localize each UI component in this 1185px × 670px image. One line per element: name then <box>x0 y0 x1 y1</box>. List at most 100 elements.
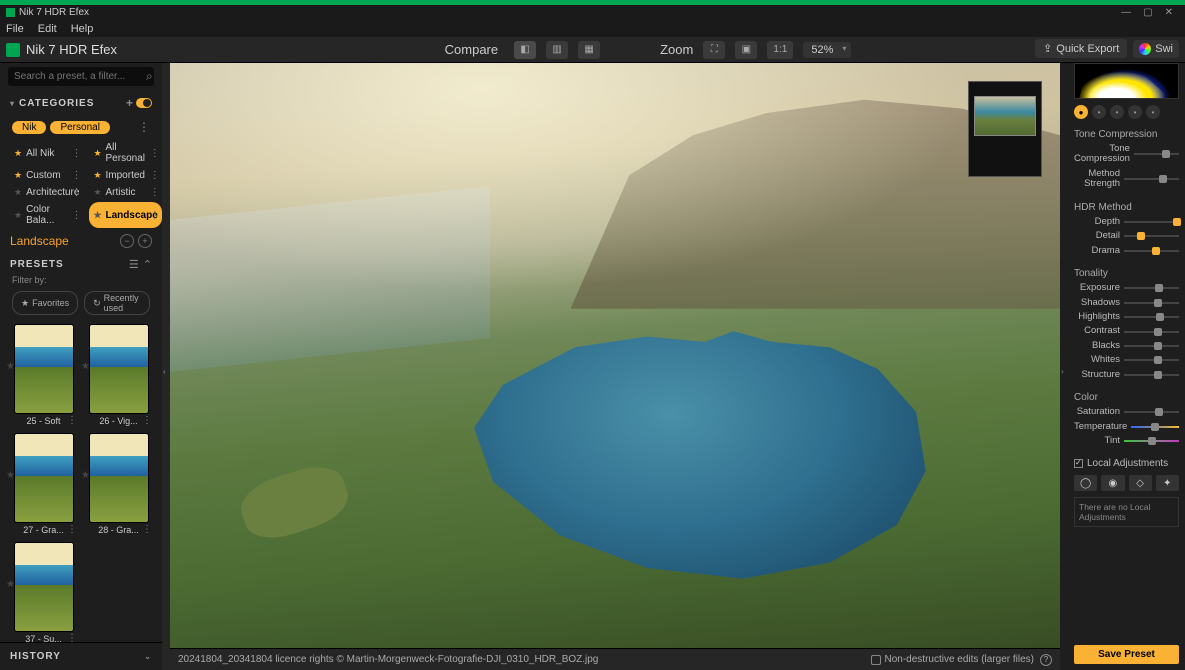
tool-tag-icon[interactable]: ◇ <box>1129 475 1152 491</box>
slider-knob[interactable] <box>1154 328 1162 336</box>
category-item[interactable]: ★Artistic⋮ <box>89 185 161 200</box>
slider-track[interactable] <box>1124 345 1179 347</box>
close-button[interactable]: ✕ <box>1159 7 1179 18</box>
slider-track[interactable] <box>1124 440 1179 442</box>
landscape-add-icon[interactable]: + <box>138 234 152 248</box>
pills-more-icon[interactable]: ⋮ <box>138 120 150 134</box>
slider-track[interactable] <box>1124 235 1179 237</box>
channel-b-button[interactable]: • <box>1128 105 1142 119</box>
slider-track[interactable] <box>1124 359 1179 361</box>
slider-track[interactable] <box>1124 316 1179 318</box>
category-item[interactable]: ★Color Bala...⋮ <box>10 202 83 228</box>
slider-track[interactable] <box>1124 250 1179 252</box>
slider-track[interactable] <box>1124 374 1179 376</box>
more-icon[interactable]: ⋮ <box>71 210 81 221</box>
category-item[interactable]: ★All Nik⋮ <box>10 140 83 166</box>
add-category-icon[interactable]: + <box>126 96 134 110</box>
tool-circle-icon[interactable]: ◯ <box>1074 475 1097 491</box>
image-viewer[interactable] <box>170 63 1060 648</box>
preset-thumb[interactable]: ★28 - Gra...⋮ <box>85 434 152 535</box>
slider-track[interactable] <box>1124 221 1179 223</box>
categories-header[interactable]: ▾ CATEGORIES + <box>0 90 162 116</box>
switch-button[interactable]: Swi <box>1133 40 1179 58</box>
favorite-icon[interactable]: ★ <box>81 361 90 372</box>
category-item[interactable]: ★Imported⋮ <box>89 168 161 183</box>
more-icon[interactable]: ⋮ <box>142 415 152 426</box>
slider-knob[interactable] <box>1148 437 1156 445</box>
slider-knob[interactable] <box>1159 175 1167 183</box>
category-item[interactable]: ★All Personal⋮ <box>89 140 161 166</box>
navigator-thumbnail[interactable] <box>968 81 1042 177</box>
maximize-button[interactable]: ▢ <box>1137 7 1158 18</box>
slider-knob[interactable] <box>1137 232 1145 240</box>
compare-mode-split-icon[interactable]: ▥ <box>546 41 568 59</box>
more-icon[interactable]: ⋮ <box>67 524 77 535</box>
slider-track[interactable] <box>1131 426 1179 428</box>
favorite-icon[interactable]: ★ <box>6 361 15 372</box>
save-preset-button[interactable]: Save Preset <box>1074 645 1179 664</box>
tool-eye-icon[interactable]: ◉ <box>1101 475 1124 491</box>
chip-favorites[interactable]: ★Favorites <box>12 291 78 315</box>
slider-track[interactable] <box>1124 178 1179 180</box>
chip-recently-used[interactable]: ↻Recently used <box>84 291 150 315</box>
more-icon[interactable]: ⋮ <box>67 633 77 642</box>
nondestructive-checkbox[interactable] <box>871 655 881 665</box>
channel-g-button[interactable]: • <box>1110 105 1124 119</box>
slider-track[interactable] <box>1124 411 1179 413</box>
presets-collapse-icon[interactable]: ⌃ <box>143 258 152 271</box>
menu-file[interactable]: File <box>6 23 24 35</box>
slider-knob[interactable] <box>1151 423 1159 431</box>
tool-brush-icon[interactable]: ✦ <box>1156 475 1179 491</box>
slider-track[interactable] <box>1124 331 1179 333</box>
slider-knob[interactable] <box>1154 342 1162 350</box>
favorite-icon[interactable]: ★ <box>81 470 90 481</box>
menu-help[interactable]: Help <box>71 23 94 35</box>
channel-lum-button[interactable]: ● <box>1074 105 1088 119</box>
category-item[interactable]: ★Custom⋮ <box>10 168 83 183</box>
slider-knob[interactable] <box>1154 356 1162 364</box>
search-input[interactable] <box>14 71 146 82</box>
presets-list-icon[interactable]: ☰ <box>129 258 139 271</box>
zoom-fill-icon[interactable]: ▣ <box>735 41 757 59</box>
slider-track[interactable] <box>1124 287 1179 289</box>
channel-r-button[interactable]: • <box>1092 105 1106 119</box>
favorite-icon[interactable]: ★ <box>6 470 15 481</box>
slider-knob[interactable] <box>1162 150 1170 158</box>
zoom-fit-icon[interactable]: ⛶ <box>703 41 725 59</box>
right-panel-handle[interactable]: › <box>1060 63 1068 670</box>
slider-knob[interactable] <box>1155 408 1163 416</box>
more-icon[interactable]: ⋮ <box>150 170 160 181</box>
slider-knob[interactable] <box>1156 313 1164 321</box>
category-toggle[interactable] <box>136 98 152 108</box>
minimize-button[interactable]: — <box>1115 7 1137 18</box>
pill-nik[interactable]: Nik <box>12 121 46 134</box>
pill-personal[interactable]: Personal <box>50 121 109 134</box>
compare-mode-side-icon[interactable]: ▦ <box>578 41 600 59</box>
slider-knob[interactable] <box>1173 218 1181 226</box>
zoom-percent-dropdown[interactable]: 52% <box>803 42 851 58</box>
history-header[interactable]: HISTORY ⌄ <box>0 642 162 670</box>
compare-button[interactable]: Compare <box>445 42 498 57</box>
more-icon[interactable]: ⋮ <box>71 170 81 181</box>
preset-thumb[interactable]: ★26 - Vig...⋮ <box>85 325 152 426</box>
slider-track[interactable] <box>1124 302 1179 304</box>
slider-track[interactable] <box>1134 153 1179 155</box>
zoom-ratio[interactable]: 1:1 <box>767 41 793 59</box>
preset-thumb[interactable]: ★37 - Su...⋮ <box>10 543 77 642</box>
more-icon[interactable]: ⋮ <box>67 415 77 426</box>
category-item[interactable]: ★Landscape⋮ <box>89 202 161 228</box>
more-icon[interactable]: ⋮ <box>142 524 152 535</box>
channel-x-button[interactable]: • <box>1146 105 1160 119</box>
help-icon[interactable]: ? <box>1040 654 1052 666</box>
slider-knob[interactable] <box>1152 247 1160 255</box>
preset-thumb[interactable]: ★25 - Soft⋮ <box>10 325 77 426</box>
more-icon[interactable]: ⋮ <box>71 148 81 159</box>
preset-thumb[interactable]: ★27 - Gra...⋮ <box>10 434 77 535</box>
search-box[interactable]: ⌕ <box>8 67 154 86</box>
more-icon[interactable]: ⋮ <box>150 148 160 159</box>
slider-knob[interactable] <box>1154 371 1162 379</box>
category-item[interactable]: ★Architecture⋮ <box>10 185 83 200</box>
compare-mode-single-icon[interactable]: ◧ <box>514 41 536 59</box>
slider-knob[interactable] <box>1155 284 1163 292</box>
landscape-remove-icon[interactable]: − <box>120 234 134 248</box>
